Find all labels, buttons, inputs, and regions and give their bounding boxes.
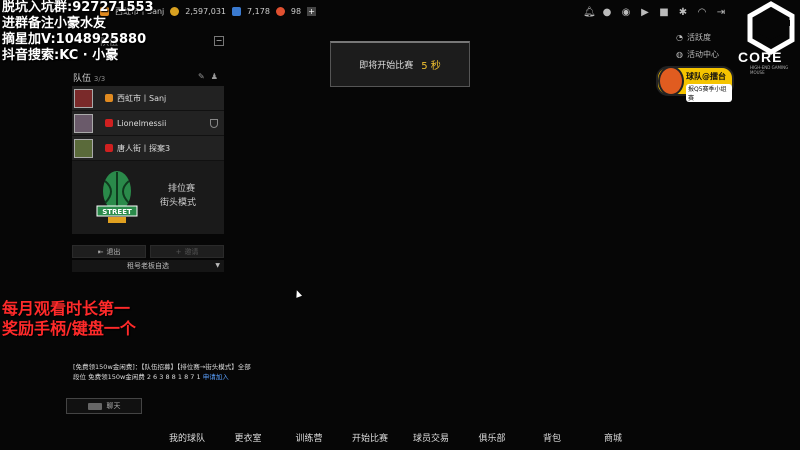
member-name: Lionelmessii — [117, 118, 167, 128]
side-links: ◔ 活跃度 ◍ 活动中心 — [676, 29, 719, 63]
nav-training-camp[interactable]: 训练营 — [295, 431, 322, 444]
promo-line: 每月观看时长第一 — [2, 299, 131, 318]
toast-text: 即将开始比赛 — [359, 61, 414, 71]
brand-tagline: HIGH-END GAMING MOUSE — [750, 65, 789, 75]
game-mode-card[interactable]: STREET 排位赛 街头模式 — [72, 161, 224, 234]
team-member[interactable]: 唐人街丨探案3 — [72, 136, 224, 161]
mascot-icon — [658, 66, 684, 96]
video-icon[interactable]: ▶ — [640, 8, 650, 18]
mode-logo-text: STREET — [102, 208, 132, 216]
team-header: 队伍 3/3 — [73, 71, 105, 84]
member-name: 唐人街丨探案3 — [117, 143, 171, 153]
preference-select[interactable]: 租号老板自选 ▼ — [72, 260, 224, 272]
nav-locker-room[interactable]: 更衣室 — [234, 431, 261, 444]
nav-backpack[interactable]: 背包 — [543, 431, 561, 444]
team-actions: ⇤ 退出 + 邀请 — [72, 245, 224, 258]
team-member[interactable]: Lionelmessii — [72, 111, 224, 136]
gift-icon[interactable]: ■ — [659, 8, 669, 18]
avatar — [74, 113, 93, 133]
add-currency-button[interactable]: + — [307, 7, 317, 16]
rank-icon — [105, 144, 113, 152]
avatar — [74, 138, 93, 158]
chevron-down-icon: ▼ — [215, 262, 220, 269]
bell-icon[interactable]: 🔔︎ — [583, 8, 596, 18]
exit-icon[interactable]: ⇥ — [716, 8, 726, 18]
overlay-line: 脱坑入坑群:927271553 — [2, 0, 154, 15]
street-mode-logo: STREET — [96, 171, 138, 223]
leave-label: 退出 — [106, 247, 121, 256]
sponsor-subtitle: 报Q5赛季小组赛 — [686, 84, 732, 102]
gem-count: 7,178 — [247, 7, 270, 16]
apply-join-link[interactable]: 申请加入 — [203, 373, 229, 381]
coin-icon — [170, 7, 180, 16]
headset-icon[interactable]: ◠ — [697, 8, 707, 18]
team-label: 队伍 — [73, 74, 92, 84]
chat-message: [免费领150w金闲费]：【队伍招募】【排位赛→街头模式】全部段位 免费领150… — [73, 362, 253, 382]
chat-button-label: 聊天 — [106, 402, 121, 410]
member-name: 西虹市丨Sanj — [117, 93, 167, 103]
invite-label: 邀请 — [184, 247, 199, 256]
mode-subtitle: 街头模式 — [160, 198, 197, 208]
collapse-button[interactable]: − — [214, 36, 224, 46]
overlay-line: 抖音搜索:KC · 小豪 — [2, 48, 119, 63]
rank-icon — [105, 119, 113, 127]
person-icon[interactable]: ♟ — [211, 72, 218, 81]
countdown-value: 5 秒 — [421, 61, 441, 72]
nav-club[interactable]: 俱乐部 — [478, 431, 505, 444]
nav-shop[interactable]: 商城 — [604, 431, 622, 444]
ticket-icon — [275, 7, 285, 16]
brand-name: CORE — [738, 49, 783, 65]
team-panel: 西虹市丨Sanj Lionelmessii 唐人街丨探案3 STREET 排位赛… — [72, 86, 224, 234]
exit-icon: ⇤ — [97, 247, 104, 256]
overlay-line: 进群备注小豪水友 — [2, 16, 107, 31]
sponsor-title: 球队@擂台 — [686, 72, 726, 81]
ticket-count: 98 — [290, 7, 302, 16]
bottom-nav: 我的球队 更衣室 训练营 开始比赛 球员交易 俱乐部 背包 商城 — [0, 431, 800, 444]
nav-player-trade[interactable]: 球员交易 — [413, 431, 449, 444]
activity-link[interactable]: ◔ 活跃度 — [676, 29, 719, 46]
nav-start-match[interactable]: 开始比赛 — [352, 431, 388, 444]
activity-icon: ◔ — [676, 33, 683, 42]
team-member[interactable]: 西虹市丨Sanj — [72, 86, 224, 111]
team-count: 3/3 — [93, 75, 106, 83]
gear-icon[interactable]: ✱ — [678, 8, 688, 18]
plus-icon: + — [175, 247, 182, 256]
avatar — [74, 88, 93, 108]
promo-text: 每月观看时长第一 奖励手柄/键盘一个 — [2, 299, 136, 339]
chat-button[interactable]: 聊天 — [66, 398, 142, 414]
location-icon: ◍ — [676, 50, 683, 59]
team-tools: ✎ ♟ — [198, 72, 218, 81]
promo-line: 奖励手柄/键盘一个 — [2, 319, 136, 338]
event-center-link[interactable]: ◍ 活动中心 — [676, 46, 719, 63]
invite-button[interactable]: + 邀请 — [150, 245, 224, 258]
sponsor-badge[interactable]: 球队@擂台 报Q5赛季小组赛 — [656, 66, 734, 102]
mouse-cursor — [293, 289, 303, 298]
keyboard-icon — [87, 402, 102, 410]
leave-button[interactable]: ⇤ 退出 — [72, 245, 146, 258]
edit-icon[interactable]: ✎ — [198, 72, 205, 81]
user-icon[interactable]: ● — [602, 8, 612, 18]
event-center-label: 活动中心 — [686, 50, 719, 59]
nav-my-team[interactable]: 我的球队 — [169, 431, 205, 444]
stream-overlay: 脱坑入坑群:927271553 进群备注小豪水友 摘星加V:1048925880… — [2, 0, 154, 64]
match-countdown-toast: 即将开始比赛 5 秒 — [330, 41, 470, 87]
coin-count: 2,597,031 — [185, 7, 226, 16]
overlay-line: 摘星加V:1048925880 — [2, 32, 147, 47]
mode-name: 排位赛 — [168, 184, 196, 194]
gem-icon — [232, 7, 241, 16]
friends-icon[interactable]: ◉ — [621, 8, 631, 18]
select-value: 租号老板自选 — [127, 262, 169, 270]
rank-icon — [105, 94, 113, 102]
top-icon-bar: 🔔︎ ● ◉ ▶ ■ ✱ ◠ ⇥ — [583, 8, 726, 18]
activity-label: 活跃度 — [686, 33, 711, 42]
shield-icon — [210, 119, 218, 128]
